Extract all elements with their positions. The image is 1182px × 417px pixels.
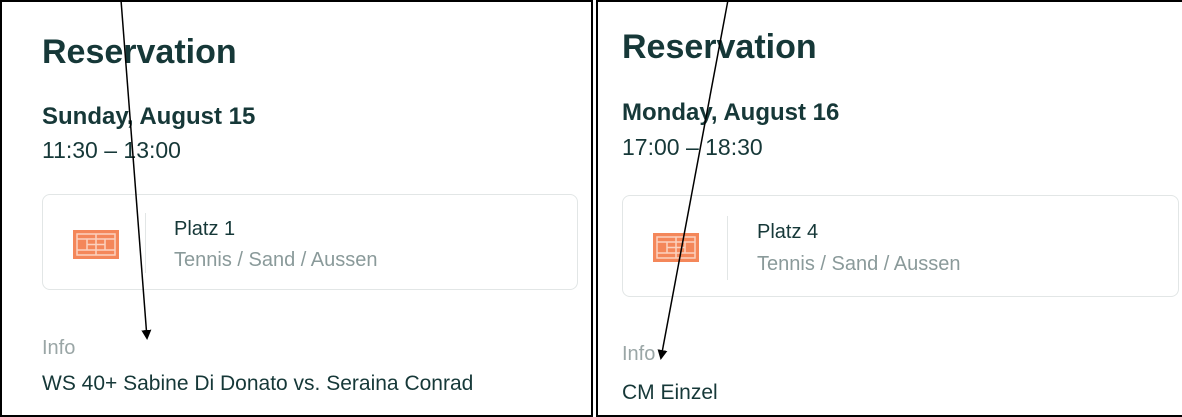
reservation-time: 17:00 – 18:30 [622, 134, 763, 160]
court-card[interactable]: Platz 4 Tennis / Sand / Aussen [622, 195, 1179, 297]
court-type: Tennis / Sand / Aussen [757, 253, 961, 275]
court-type: Tennis / Sand / Aussen [174, 249, 378, 271]
reservation-panel-left: Reservation Sunday, August 15 11:30 – 13… [0, 0, 593, 417]
card-divider [145, 213, 146, 273]
info-value: WS 40+ Sabine Di Donato vs. Seraina Conr… [42, 372, 474, 395]
info-value: CM Einzel [622, 381, 718, 404]
tennis-court-icon [653, 233, 699, 262]
reservation-panel-right: Reservation Monday, August 16 17:00 – 18… [596, 0, 1182, 417]
reservation-time: 11:30 – 13:00 [42, 137, 181, 163]
reservation-title: Reservation [622, 28, 817, 66]
reservation-title: Reservation [42, 33, 237, 71]
info-label: Info [622, 343, 656, 365]
reservation-day: Monday, August 16 [622, 99, 840, 126]
info-label: Info [42, 337, 76, 359]
court-name: Platz 4 [757, 221, 819, 243]
court-card[interactable]: Platz 1 Tennis / Sand / Aussen [42, 194, 578, 290]
reservation-day: Sunday, August 15 [42, 103, 256, 130]
tennis-court-icon [73, 230, 119, 259]
court-name: Platz 1 [174, 218, 236, 240]
card-divider [727, 216, 728, 280]
